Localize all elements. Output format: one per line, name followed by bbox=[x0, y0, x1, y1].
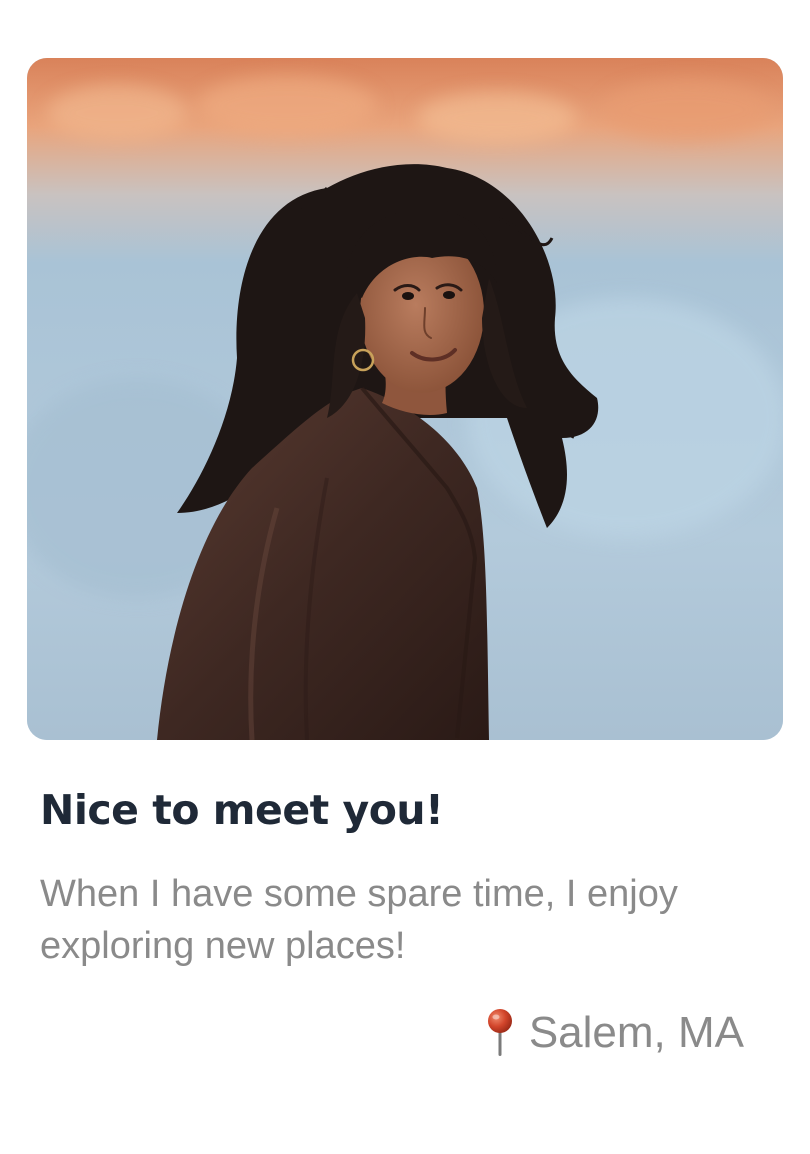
location-label: Salem, MA bbox=[528, 1008, 744, 1057]
profile-bio: When I have some spare time, I enjoy exp… bbox=[40, 873, 678, 967]
profile-card: Nice to meet you! When I have some spare… bbox=[0, 0, 810, 1154]
profile-title: Nice to meet you! bbox=[40, 786, 444, 834]
location-row: Salem, MA bbox=[485, 1008, 744, 1058]
pushpin-icon bbox=[485, 1008, 515, 1058]
profile-photo bbox=[27, 58, 783, 740]
